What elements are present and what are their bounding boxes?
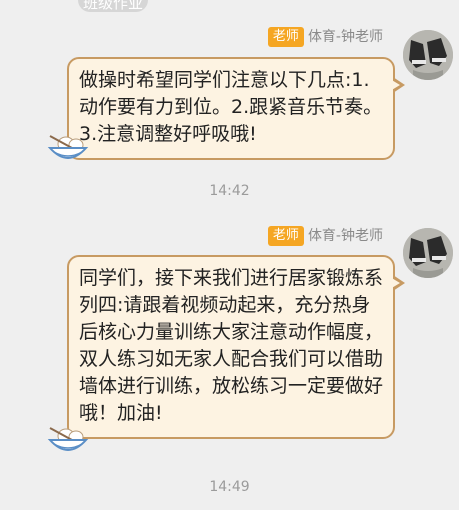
message-text: 做操时希望同学们注意以下几点:1.动作要有力到位。2.跟紧音乐节奏。3.注意调整… (79, 69, 383, 145)
bubble-tail (390, 275, 405, 291)
sender-name[interactable]: 体育-钟老师 (308, 226, 383, 246)
teacher-badge: 老师 (267, 226, 304, 246)
avatar[interactable] (403, 228, 453, 278)
bubble-tail (390, 77, 405, 93)
timestamp: 14:49 (209, 479, 250, 495)
avatar[interactable] (403, 30, 453, 80)
shoes-photo-avatar-icon (403, 30, 453, 80)
dumpling-bowl-icon (47, 427, 89, 451)
shoes-photo-avatar-icon (403, 228, 453, 278)
teacher-badge: 老师 (267, 27, 304, 47)
sender-name[interactable]: 体育-钟老师 (308, 27, 383, 47)
sender-row: 老师 体育-钟老师 (267, 226, 383, 246)
message-bubble[interactable]: 做操时希望同学们注意以下几点:1.动作要有力到位。2.跟紧音乐节奏。3.注意调整… (67, 57, 405, 160)
message-bubble[interactable]: 同学们，接下来我们进行居家锻炼系列四:请跟着视频动起来，充分热身后核心力量训练大… (67, 255, 405, 439)
timestamp: 14:42 (209, 183, 250, 199)
sender-row: 老师 体育-钟老师 (267, 27, 383, 47)
dumpling-bowl-icon (47, 135, 89, 159)
class-homework-tag[interactable]: 班级作业 (78, 0, 148, 12)
message-text: 同学们，接下来我们进行居家锻炼系列四:请跟着视频动起来，充分热身后核心力量训练大… (79, 267, 384, 424)
